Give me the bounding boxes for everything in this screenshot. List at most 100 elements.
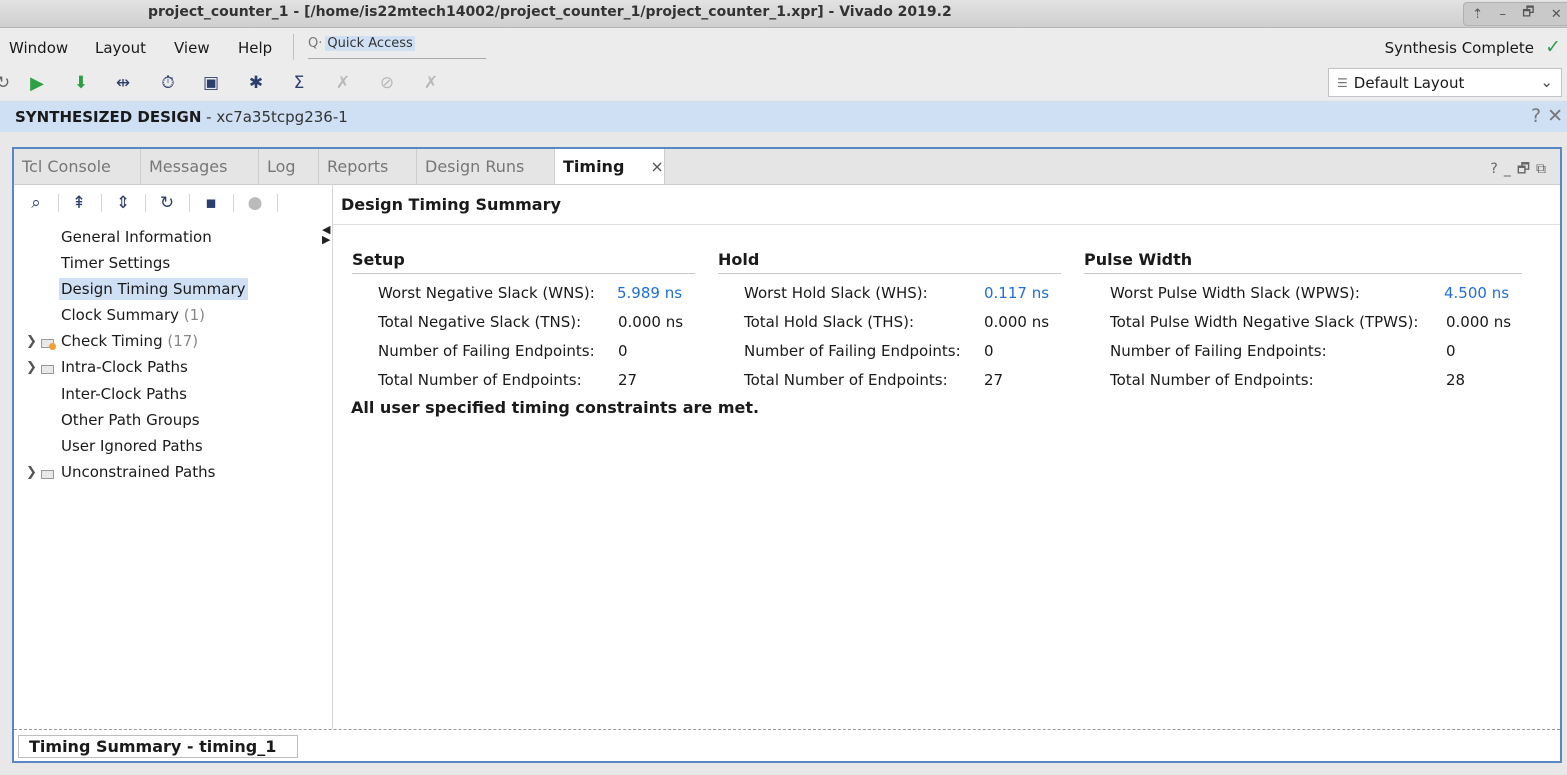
pulse-total-value: 28 xyxy=(1446,371,1466,389)
checkmark-icon: ✓ xyxy=(1545,36,1561,58)
timing-nav: ⌕ ⇞ ⇕ ↻ ▪ ● ◀ ▶ General Information Timer… xyxy=(14,184,333,729)
save-layout-icon[interactable]: ⇹ xyxy=(112,72,134,94)
nav-label: Check Timing xyxy=(61,332,163,350)
pulse-wpws-label: Worst Pulse Width Slack (WPWS): xyxy=(1110,284,1360,302)
nav-count: (1) xyxy=(179,306,206,324)
summary-title: Design Timing Summary xyxy=(341,195,561,214)
close-icon[interactable]: ✕ xyxy=(1551,7,1562,22)
help-icon[interactable]: ? xyxy=(1490,161,1503,177)
window-title: project_counter_1 - [/home/is22mtech1400… xyxy=(148,4,952,20)
collapse-all-icon[interactable]: ⇞ xyxy=(67,192,91,214)
minimize-icon[interactable]: – xyxy=(1499,7,1506,22)
setup-wns-label: Worst Negative Slack (WNS): xyxy=(378,284,595,302)
setup-wns-value[interactable]: 5.989 ns xyxy=(617,284,682,302)
nav-user-ignored-paths[interactable]: User Ignored Paths xyxy=(61,435,203,457)
tab-timing-summary[interactable]: Timing Summary - timing_1 xyxy=(18,735,298,758)
nav-unconstrained-paths[interactable]: Unconstrained Paths xyxy=(61,461,215,483)
download-icon[interactable]: ⬇ xyxy=(70,72,92,94)
divider xyxy=(58,194,59,212)
expand-chevron-icon[interactable]: ❯ xyxy=(26,360,37,375)
search-icon[interactable]: ⌕ xyxy=(24,192,48,214)
nav-label: Other Path Groups xyxy=(61,411,200,429)
timer-icon[interactable]: ⏱ xyxy=(157,72,179,94)
quick-access-label: Quick Access xyxy=(325,36,415,51)
tab-label: Messages xyxy=(149,157,228,176)
nav-label: Intra-Clock Paths xyxy=(61,358,188,376)
tab-timing[interactable]: Timing × xyxy=(555,149,665,184)
design-bar-controls: ? ✕ xyxy=(1531,105,1563,127)
menu-divider xyxy=(293,34,294,60)
stop-icon: ● xyxy=(247,193,263,213)
setup-heading: Setup xyxy=(352,250,695,274)
menu-layout[interactable]: Layout xyxy=(95,39,146,57)
synthesis-status: Synthesis Complete xyxy=(1384,39,1534,57)
refresh-icon[interactable]: ↻ xyxy=(155,192,179,214)
folder-warning-icon xyxy=(41,339,56,350)
save-icon[interactable]: ▪ xyxy=(199,192,223,214)
tab-design-runs[interactable]: Design Runs xyxy=(417,149,555,184)
nav-label: Unconstrained Paths xyxy=(61,463,216,481)
report-icon[interactable]: ▣ xyxy=(200,72,222,94)
close-design-icon[interactable]: ✕ xyxy=(1547,105,1563,127)
nav-check-timing[interactable]: Check Timing (17) xyxy=(61,330,198,352)
nav-toolbar: ⌕ ⇞ ⇕ ↻ ▪ ● xyxy=(14,184,332,220)
tab-messages[interactable]: Messages xyxy=(141,149,259,184)
layout-icon: ☰ xyxy=(1337,75,1348,90)
tab-label: Tcl Console xyxy=(22,157,111,176)
undo-icon[interactable]: ↻ xyxy=(0,72,14,94)
collapse-panel-icon[interactable]: ◀ ▶ xyxy=(322,224,330,245)
nav-clock-summary[interactable]: Clock Summary (1) xyxy=(61,304,205,326)
nav-other-path-groups[interactable]: Other Path Groups xyxy=(61,409,200,431)
minimize-icon[interactable]: _ xyxy=(1504,161,1517,177)
layout-select[interactable]: ☰ Default Layout ⌄ xyxy=(1328,68,1562,97)
menu-view[interactable]: View xyxy=(174,39,210,57)
tab-log[interactable]: Log xyxy=(259,149,319,184)
quick-access-input[interactable]: Q· Quick Access xyxy=(308,36,486,59)
nav-label: Design Timing Summary xyxy=(61,280,246,298)
setup-failing-label: Number of Failing Endpoints: xyxy=(378,342,595,360)
restore-icon[interactable]: 🗗 xyxy=(1522,3,1534,25)
tab-tcl-console[interactable]: Tcl Console xyxy=(14,149,141,184)
expand-all-icon[interactable]: ⇕ xyxy=(111,192,135,214)
menu-bar: Window Layout View Help Q· Quick Access S… xyxy=(0,28,1567,66)
hold-ths-value: 0.000 ns xyxy=(984,313,1050,331)
tab-reports[interactable]: Reports xyxy=(319,149,417,184)
sigma-icon[interactable]: Σ xyxy=(288,72,310,94)
disabled-tool-3-icon: ✗ xyxy=(423,73,439,93)
nav-intra-clock-paths[interactable]: Intra-Clock Paths xyxy=(61,356,188,378)
menu-window[interactable]: Window xyxy=(9,39,68,57)
expand-chevron-icon[interactable]: ❯ xyxy=(26,334,37,349)
menu-help[interactable]: Help xyxy=(238,39,272,57)
hold-whs-value[interactable]: 0.117 ns xyxy=(984,284,1049,302)
title-bar: project_counter_1 - [/home/is22mtech1400… xyxy=(0,0,1567,28)
main-toolbar: ↻ ▶ ⬇ ⇹ ⏱ ▣ ✱ Σ ✗ ⊘ ✗ ☰ Default Layout ⌄ xyxy=(0,66,1567,100)
pulse-wpws-value[interactable]: 4.500 ns xyxy=(1444,284,1509,302)
expand-chevron-icon[interactable]: ❯ xyxy=(26,465,37,480)
design-name: SYNTHESIZED DESIGN xyxy=(15,108,202,126)
design-part: - xc7a35tcpg236-1 xyxy=(201,108,348,126)
pulse-failing-value: 0 xyxy=(1446,342,1456,360)
close-tab-icon[interactable]: × xyxy=(650,157,663,176)
hold-total-value: 27 xyxy=(984,371,1004,389)
setup-tns-label: Total Negative Slack (TNS): xyxy=(378,313,582,331)
window-up-icon[interactable]: ⇡ xyxy=(1472,7,1483,22)
maximize-icon[interactable]: ⧉ xyxy=(1536,161,1552,177)
tab-label: Design Runs xyxy=(425,157,525,176)
run-icon[interactable]: ▶ xyxy=(26,72,48,94)
divider xyxy=(277,194,278,212)
nav-general-information[interactable]: General Information xyxy=(61,226,212,248)
setup-total-value: 27 xyxy=(618,371,638,389)
nav-inter-clock-paths[interactable]: Inter-Clock Paths xyxy=(61,383,187,405)
hold-whs-label: Worst Hold Slack (WHS): xyxy=(744,284,928,302)
nav-design-timing-summary[interactable]: Design Timing Summary xyxy=(59,278,248,300)
folder-icon xyxy=(41,365,54,374)
setup-tns-value: 0.000 ns xyxy=(618,313,684,331)
nav-count: (17) xyxy=(162,332,199,350)
help-icon[interactable]: ? xyxy=(1531,105,1541,127)
restore-icon[interactable]: 🗗 xyxy=(1517,161,1536,177)
pulse-width-heading: Pulse Width xyxy=(1084,250,1522,274)
tab-label: Log xyxy=(267,157,296,176)
gear-icon[interactable]: ✱ xyxy=(245,72,267,94)
design-title: SYNTHESIZED DESIGN - xc7a35tcpg236-1 xyxy=(15,108,348,126)
nav-timer-settings[interactable]: Timer Settings xyxy=(61,252,170,274)
